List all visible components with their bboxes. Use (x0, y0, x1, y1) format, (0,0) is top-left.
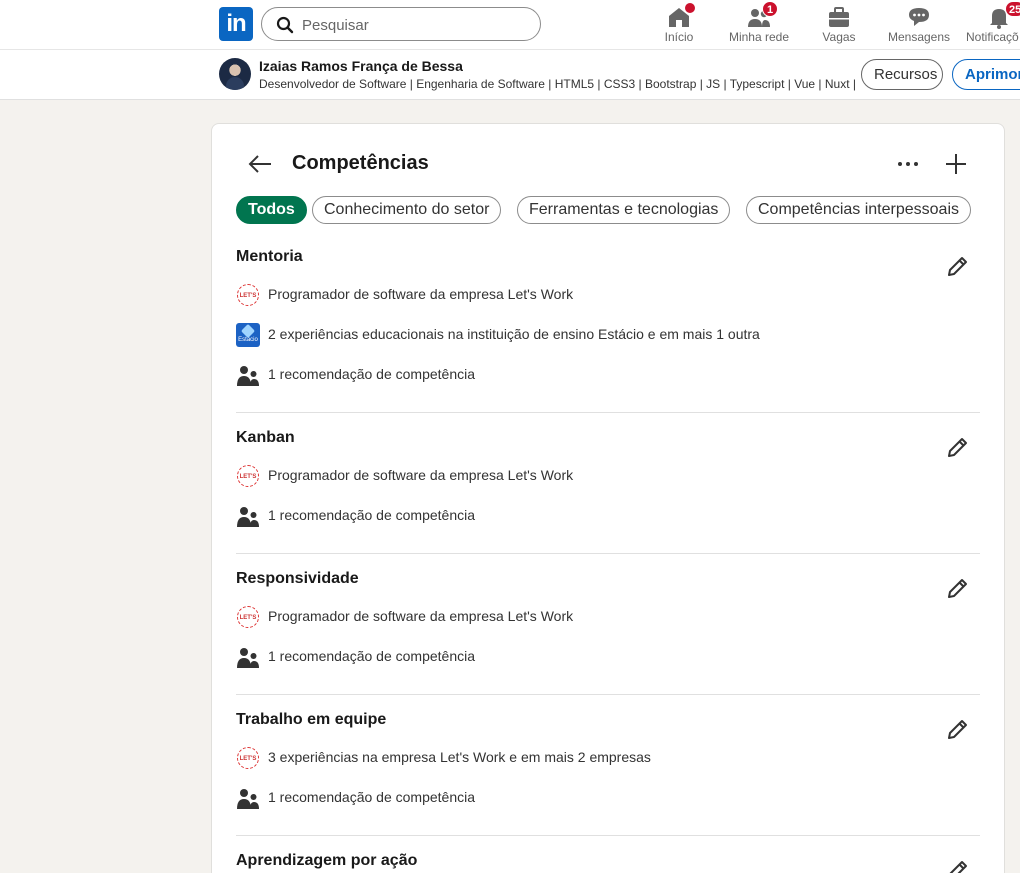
add-icon[interactable] (942, 150, 970, 178)
skill-detail-text[interactable]: 1 recomendação de competência (268, 789, 475, 805)
home-badge (684, 2, 696, 14)
network-badge: 1 (762, 1, 778, 17)
people-icon (237, 789, 259, 809)
search-icon (276, 16, 294, 34)
estacio-logo: Estácio (236, 323, 260, 347)
skill-detail-text[interactable]: Programador de software da empresa Let's… (268, 608, 573, 624)
nav-notifications[interactable]: 25 Notificaçõ (963, 0, 1020, 50)
resources-button[interactable]: Recursos (861, 59, 943, 90)
skill-item-mentoria: Mentoria LET'S Programador de software d… (236, 248, 980, 413)
back-arrow-icon[interactable] (246, 150, 274, 178)
filter-interpersonal-skills[interactable]: Competências interpessoais (746, 196, 971, 224)
filter-industry-knowledge[interactable]: Conhecimento do setor (312, 196, 502, 224)
skill-detail: 1 recomendação de competência (236, 504, 936, 528)
nav-messaging[interactable]: Mensagens (884, 0, 954, 50)
nav-notifications-label: Notificaçõ (966, 30, 1019, 44)
letswork-logo: LET'S (236, 464, 260, 488)
nav-jobs-label: Vagas (822, 30, 856, 44)
profile-bar: Izaias Ramos França de Bessa Desenvolved… (0, 50, 1020, 100)
nav-home-label: Início (664, 30, 694, 44)
edit-pencil-icon[interactable] (944, 254, 970, 280)
skill-item-aprendizagem-por-acao: Aprendizagem por ação (236, 852, 980, 873)
skill-name[interactable]: Aprendizagem por ação (236, 852, 417, 870)
skill-name[interactable]: Trabalho em equipe (236, 711, 386, 729)
edit-pencil-icon[interactable] (944, 858, 970, 873)
people-icon (237, 648, 259, 668)
letswork-logo: LET'S (236, 283, 260, 307)
linkedin-logo[interactable]: in (219, 7, 253, 41)
messaging-icon (909, 8, 929, 26)
filter-all[interactable]: Todos (236, 196, 307, 224)
edit-pencil-icon[interactable] (944, 435, 970, 461)
people-icon (237, 507, 259, 527)
skill-detail: Estácio 2 experiências educacionais na i… (236, 323, 936, 347)
profile-name: Izaias Ramos França de Bessa (259, 58, 463, 74)
skill-detail: LET'S Programador de software da empresa… (236, 605, 936, 629)
people-icon (237, 366, 259, 386)
skill-item-kanban: Kanban LET'S Programador de software da … (236, 429, 980, 554)
notifications-badge: 25 (1005, 1, 1020, 17)
skill-detail-text[interactable]: 2 experiências educacionais na instituiç… (268, 326, 760, 342)
skill-name[interactable]: Kanban (236, 429, 295, 447)
edit-pencil-icon[interactable] (944, 576, 970, 602)
avatar[interactable] (219, 58, 251, 90)
skill-name[interactable]: Responsividade (236, 570, 359, 588)
letswork-logo: LET'S (236, 605, 260, 629)
filter-tools-technologies[interactable]: Ferramentas e tecnologias (517, 196, 731, 224)
top-nav: in Início 1 Minha rede Vagas (0, 0, 1020, 50)
skill-detail: 1 recomendação de competência (236, 645, 936, 669)
skill-detail: 1 recomendação de competência (236, 363, 936, 387)
search-input[interactable] (302, 14, 532, 36)
skill-detail: 1 recomendação de competência (236, 786, 936, 810)
nav-home[interactable]: Início (648, 0, 710, 50)
skill-detail: LET'S 3 experiências na empresa Let's Wo… (236, 746, 936, 770)
skill-item-responsividade: Responsividade LET'S Programador de soft… (236, 570, 980, 695)
profile-headline: Desenvolvedor de Software | Engenharia d… (259, 77, 859, 91)
skill-detail-text[interactable]: Programador de software da empresa Let's… (268, 467, 573, 483)
skill-detail: LET'S Programador de software da empresa… (236, 464, 936, 488)
skill-name[interactable]: Mentoria (236, 248, 303, 266)
nav-jobs[interactable]: Vagas (810, 0, 868, 50)
nav-network[interactable]: 1 Minha rede (722, 0, 796, 50)
skill-detail-text[interactable]: 3 experiências na empresa Let's Work e e… (268, 749, 651, 765)
skill-detail-text[interactable]: Programador de software da empresa Let's… (268, 286, 573, 302)
skill-detail-text[interactable]: 1 recomendação de competência (268, 507, 475, 523)
nav-network-label: Minha rede (728, 30, 790, 44)
skill-detail-text[interactable]: 1 recomendação de competência (268, 366, 475, 382)
more-options-icon[interactable] (894, 152, 922, 176)
skill-item-trabalho-em-equipe: Trabalho em equipe LET'S 3 experiências … (236, 711, 980, 836)
search-box[interactable] (261, 7, 541, 41)
nav-messaging-label: Mensagens (887, 30, 951, 44)
skill-detail: LET'S Programador de software da empresa… (236, 283, 936, 307)
briefcase-icon (829, 7, 849, 27)
edit-pencil-icon[interactable] (944, 717, 970, 743)
skill-detail-text[interactable]: 1 recomendação de competência (268, 648, 475, 664)
letswork-logo: LET'S (236, 746, 260, 770)
page-title: Competências (292, 152, 429, 174)
improve-button[interactable]: Aprimorar (952, 59, 1020, 90)
skills-card: Competências Todos Conhecimento do setor… (211, 123, 1005, 873)
